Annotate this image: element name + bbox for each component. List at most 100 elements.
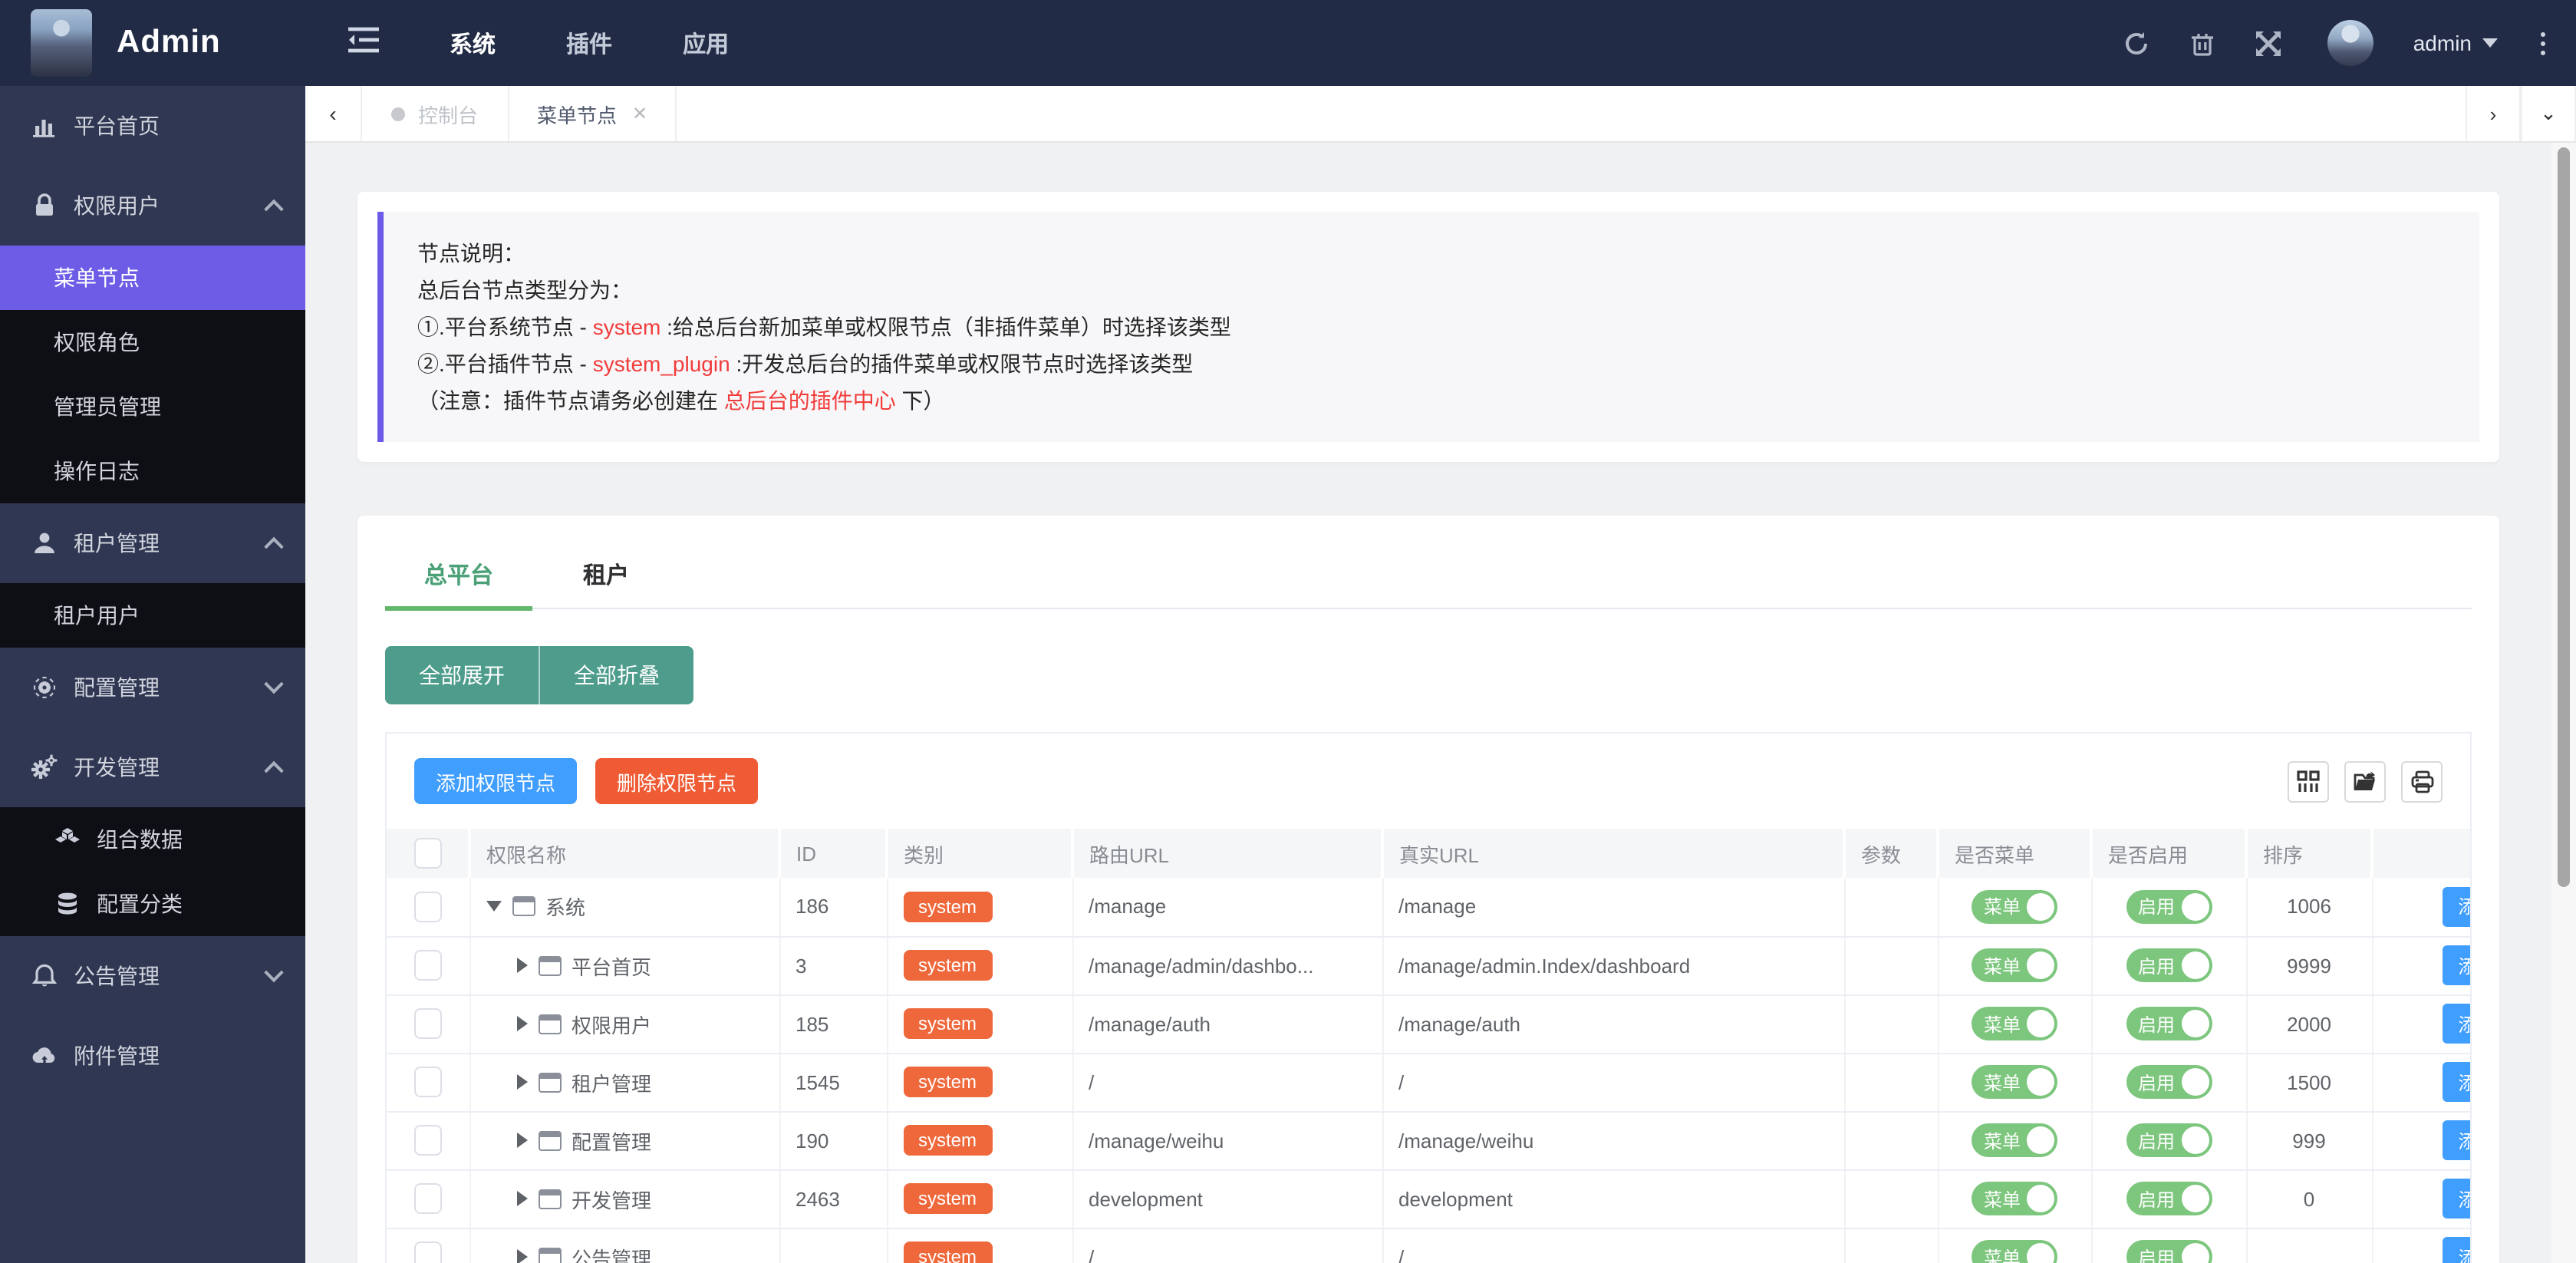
tabs-dropdown-button[interactable]: ⌄: [2521, 86, 2576, 141]
user-menu[interactable]: admin: [2413, 31, 2498, 55]
add-child-button[interactable]: 添加下级: [2443, 887, 2472, 927]
rule-name: 配置管理: [572, 1126, 651, 1155]
sidebar-item[interactable]: 配置分类: [0, 872, 305, 936]
menu-toggle[interactable]: 菜单: [1972, 1065, 2057, 1099]
route-url: /manage/weihu: [1072, 1111, 1382, 1169]
page-scrollbar[interactable]: [2551, 143, 2576, 1263]
sidebar-item[interactable]: 附件管理: [0, 1016, 305, 1096]
row-checkbox[interactable]: [414, 1008, 442, 1039]
tabs-scroll-right-button[interactable]: ›: [2466, 86, 2521, 141]
sidebar-item[interactable]: 菜单节点: [0, 246, 305, 310]
columns-icon[interactable]: [2288, 760, 2329, 802]
tree-expand-icon[interactable]: [516, 1074, 527, 1090]
tree-expand-icon[interactable]: [516, 958, 527, 973]
sidebar-item[interactable]: 权限角色: [0, 310, 305, 374]
top-menu-item[interactable]: 插件: [566, 27, 612, 59]
enable-toggle[interactable]: 启用: [2126, 1240, 2212, 1263]
sidebar-item[interactable]: 公告管理: [0, 936, 305, 1016]
enable-toggle[interactable]: 启用: [2126, 1007, 2212, 1040]
add-child-button[interactable]: 添加下级: [2443, 1004, 2472, 1044]
trash-icon[interactable]: [2189, 30, 2215, 56]
top-menu-item[interactable]: 应用: [683, 27, 729, 59]
user-avatar[interactable]: [2327, 20, 2373, 66]
tree-collapse-icon[interactable]: [486, 902, 501, 912]
sidebar: 平台首页权限用户菜单节点权限角色管理员管理操作日志租户管理租户用户配置管理开发管…: [0, 86, 305, 1263]
window-icon: [538, 1247, 561, 1263]
scrollbar-thumb[interactable]: [2558, 147, 2570, 887]
note-line: （注意：插件节点请务必创建在 总后台的插件中心 下）: [417, 382, 2446, 419]
row-checkbox[interactable]: [414, 1183, 442, 1214]
collapse-all-button[interactable]: 全部折叠: [539, 646, 693, 704]
tree-expand-icon[interactable]: [516, 1191, 527, 1206]
navbar-actions: admin: [2123, 20, 2576, 66]
row-checkbox[interactable]: [414, 892, 442, 922]
sidebar-item[interactable]: 操作日志: [0, 439, 305, 503]
row-checkbox[interactable]: [414, 1125, 442, 1156]
logo-area[interactable]: Admin: [0, 9, 305, 77]
category-badge: system: [903, 1008, 992, 1039]
menu-toggle[interactable]: 菜单: [1972, 948, 2057, 982]
select-all-checkbox[interactable]: [413, 838, 441, 869]
table-row: 平台首页3system/manage/admin/dashbo.../manag…: [387, 936, 2472, 994]
real-url: /manage/admin.Index/dashboard: [1382, 936, 1844, 994]
page-tab[interactable]: 菜单节点✕: [509, 86, 677, 141]
logo-image: [31, 9, 92, 77]
export-icon[interactable]: [2344, 760, 2386, 802]
sidebar-item[interactable]: 租户用户: [0, 583, 305, 648]
sidebar-item[interactable]: 管理员管理: [0, 374, 305, 439]
param: [1844, 1228, 1938, 1263]
tabs-scroll-left-button[interactable]: ‹: [305, 86, 362, 141]
table-row: 权限用户185system/manage/auth/manage/auth菜单启…: [387, 994, 2472, 1053]
page-tab[interactable]: 控制台: [362, 86, 509, 141]
row-checkbox[interactable]: [414, 1067, 442, 1097]
enable-toggle[interactable]: 启用: [2126, 1123, 2212, 1157]
sidebar-item[interactable]: 租户管理: [0, 503, 305, 583]
menu-toggle[interactable]: 菜单: [1972, 1123, 2057, 1157]
sidebar-item[interactable]: 平台首页: [0, 86, 305, 166]
cubes-icon: [54, 826, 81, 853]
more-options-icon[interactable]: [2538, 28, 2548, 58]
platform-tab[interactable]: 租户: [532, 546, 680, 608]
sidebar-item[interactable]: 权限用户: [0, 166, 305, 246]
menu-fold-icon[interactable]: [348, 25, 379, 61]
rule-name: 平台首页: [572, 951, 651, 980]
expand-all-button[interactable]: 全部展开: [385, 646, 539, 704]
enable-toggle[interactable]: 启用: [2126, 890, 2212, 924]
add-rule-button[interactable]: 添加权限节点: [414, 758, 577, 804]
tree-expand-icon[interactable]: [516, 1133, 527, 1148]
enable-toggle[interactable]: 启用: [2126, 1182, 2212, 1215]
sidebar-item[interactable]: 配置管理: [0, 648, 305, 727]
row-checkbox[interactable]: [414, 950, 442, 981]
print-icon[interactable]: [2401, 760, 2443, 802]
tree-expand-icon[interactable]: [516, 1249, 527, 1263]
column-header: 是否菜单: [1938, 829, 2091, 878]
sidebar-item[interactable]: 开发管理: [0, 727, 305, 807]
refresh-icon[interactable]: [2123, 30, 2149, 56]
add-child-button[interactable]: 添加下级: [2443, 945, 2472, 985]
add-child-button[interactable]: 添加下级: [2443, 1237, 2472, 1263]
add-child-button[interactable]: 添加下级: [2443, 1120, 2472, 1160]
delete-rule-button[interactable]: 删除权限节点: [595, 758, 758, 804]
enable-toggle[interactable]: 启用: [2126, 948, 2212, 982]
column-header: 真实URL: [1382, 829, 1844, 878]
menu-toggle[interactable]: 菜单: [1972, 1240, 2057, 1263]
top-menu: 系统 插件 应用: [450, 27, 729, 59]
top-menu-item[interactable]: 系统: [450, 27, 496, 59]
enable-toggle[interactable]: 启用: [2126, 1065, 2212, 1099]
tree-expand-icon[interactable]: [516, 1016, 527, 1031]
menu-toggle[interactable]: 菜单: [1972, 1182, 2057, 1215]
rule-id: 1545: [779, 1053, 887, 1111]
close-icon[interactable]: ✕: [632, 103, 647, 124]
sidebar-item[interactable]: 组合数据: [0, 807, 305, 872]
add-child-button[interactable]: 添加下级: [2443, 1179, 2472, 1218]
menu-toggle[interactable]: 菜单: [1972, 890, 2057, 924]
param: [1844, 1111, 1938, 1169]
menu-toggle[interactable]: 菜单: [1972, 1007, 2057, 1040]
chevron-up-icon: [264, 200, 283, 219]
fullscreen-icon[interactable]: [2255, 30, 2281, 56]
sort-value: 0: [2262, 1187, 2356, 1210]
row-checkbox[interactable]: [414, 1242, 442, 1263]
add-child-button[interactable]: 添加下级: [2443, 1062, 2472, 1102]
sidebar-item-label: 权限用户: [74, 190, 160, 221]
platform-tab[interactable]: 总平台: [385, 546, 532, 608]
